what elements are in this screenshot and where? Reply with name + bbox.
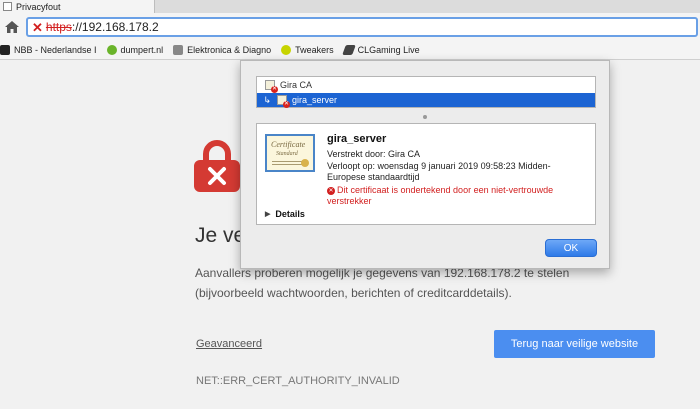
chain-item-label: Gira CA <box>280 80 313 90</box>
chain-item-gira-server[interactable]: ↳ ✕ gira_server <box>257 93 595 108</box>
bookmark-label: Tweakers <box>295 45 334 55</box>
certificate-icon: ✕ <box>265 80 278 93</box>
elektronica-favicon-icon <box>173 45 184 55</box>
chain-item-gira-ca[interactable]: ✕ Gira CA <box>257 78 595 93</box>
tab-title: Privacyfout <box>16 1 61 12</box>
not-secure-icon[interactable]: ✕ <box>32 21 43 34</box>
bookmark-clgaming[interactable]: CLGaming Live <box>341 45 420 55</box>
chain-item-label: gira_server <box>292 95 338 105</box>
certificate-image-title: Certificate <box>271 140 306 149</box>
url-scheme: https <box>45 20 72 34</box>
details-disclosure[interactable]: ▶ Details <box>265 209 305 219</box>
error-heading: Je ve <box>195 224 246 247</box>
certificate-expiry: Verloopt op: woensdag 9 januari 2019 09:… <box>327 161 551 182</box>
dumpert-favicon-icon <box>106 45 117 55</box>
bookmark-elektronica[interactable]: Elektronica & Diagno <box>173 45 271 55</box>
bookmark-label: NBB - Nederlandse I <box>14 45 97 55</box>
advanced-link[interactable]: Geavanceerd <box>196 338 262 350</box>
bookmarks-bar: NBB - Nederlandse I dumpert.nl Elektroni… <box>0 41 700 60</box>
disclosure-triangle-icon[interactable]: ▶ <box>265 210 270 218</box>
tweakers-favicon-icon <box>281 45 292 55</box>
page-icon <box>3 2 12 11</box>
bookmark-label: CLGaming Live <box>357 45 420 55</box>
certificate-issuer: Verstrekt door: Gira CA <box>327 149 421 159</box>
bookmark-dumpert[interactable]: dumpert.nl <box>106 45 164 55</box>
nbb-favicon-icon <box>0 45 10 55</box>
bookmark-tweakers[interactable]: Tweakers <box>281 45 334 55</box>
seal-icon <box>301 159 309 167</box>
bookmark-label: Elektronica & Diagno <box>187 45 272 55</box>
details-label: Details <box>275 209 305 219</box>
certificate-warning-text: Dit certificaat is ondertekend door een … <box>327 185 554 206</box>
url-text: https://192.168.178.2 <box>46 20 159 34</box>
certificate-detail-panel: Certificate Standard gira_server Verstre… <box>256 123 596 225</box>
certificate-icon: ✕ <box>277 95 290 108</box>
error-badge-icon: ✕ <box>283 101 290 108</box>
certificate-name: gira_server <box>327 133 387 145</box>
address-bar[interactable]: ✕ https://192.168.178.2 <box>26 17 698 37</box>
toolbar: ✕ https://192.168.178.2 <box>0 13 700 41</box>
child-arrow-icon: ↳ <box>263 94 271 105</box>
error-badge-icon: ✕ <box>271 86 278 93</box>
bookmark-nbb[interactable]: NBB - Nederlandse I <box>0 45 97 55</box>
home-icon[interactable] <box>4 19 20 35</box>
certificate-image-icon: Certificate Standard <box>265 134 315 172</box>
certificate-chain-list: ✕ Gira CA ↳ ✕ gira_server <box>256 76 596 108</box>
splitter-handle[interactable] <box>423 115 427 119</box>
clgaming-favicon-icon <box>341 45 356 55</box>
certificate-warning: ✕ Dit certificaat is ondertekend door een… <box>327 185 589 207</box>
back-to-safety-button[interactable]: Terug naar veilige website <box>494 330 655 358</box>
certificate-dialog: ✕ Gira CA ↳ ✕ gira_server Certificate St… <box>240 60 610 269</box>
url-host: ://192.168.178.2 <box>71 20 159 34</box>
warning-x-icon: ✕ <box>327 186 335 195</box>
tab-privacyfout[interactable]: Privacyfout <box>0 0 155 13</box>
error-code: NET::ERR_CERT_AUTHORITY_INVALID <box>196 375 400 387</box>
tab-strip: Privacyfout <box>0 0 700 13</box>
error-description: Aanvallers proberen mogelijk je gegevens… <box>195 266 570 300</box>
ok-button[interactable]: OK <box>545 239 597 257</box>
bookmark-label: dumpert.nl <box>120 45 164 55</box>
certificate-image-subtitle: Standard <box>276 151 298 157</box>
padlock-error-icon <box>194 140 240 192</box>
